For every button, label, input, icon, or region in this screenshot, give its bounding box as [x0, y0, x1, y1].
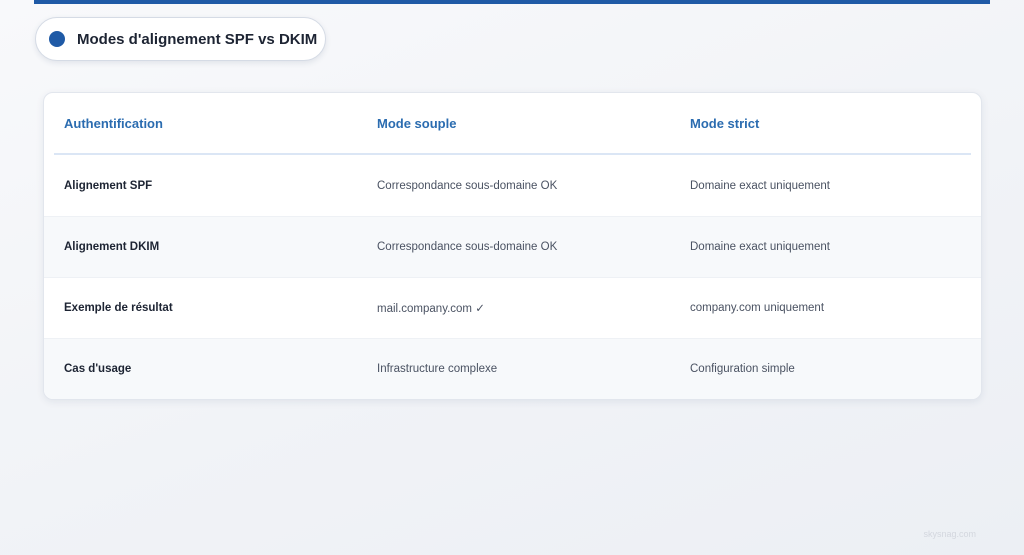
row-label: Alignement SPF — [64, 179, 153, 192]
table-cell: company.com uniquement — [690, 302, 825, 314]
table-cell: Domaine exact uniquement — [690, 179, 830, 192]
table-cell: Configuration simple — [690, 363, 795, 375]
top-accent-bar — [34, 0, 990, 4]
table-row: Cas d'usage Infrastructure complexe Conf… — [44, 338, 981, 399]
table-row: Alignement DKIM Correspondance sous-doma… — [44, 216, 981, 277]
table-row: Exemple de résultat mail.company.com ✓ c… — [44, 277, 981, 338]
row-label: Cas d'usage — [64, 363, 132, 375]
section-title: Modes d'alignement SPF vs DKIM — [77, 30, 318, 48]
comparison-table: Authentification Mode souple Mode strict… — [43, 92, 982, 400]
table-cell: mail.company.com ✓ — [377, 303, 485, 315]
table-row: Alignement SPF Correspondance sous-domai… — [44, 155, 981, 216]
table-cell: Infrastructure complexe — [377, 363, 498, 375]
column-header-mode-strict: Mode strict — [690, 116, 760, 131]
column-header-mode-souple: Mode souple — [377, 116, 457, 131]
table-cell: Domaine exact uniquement — [690, 241, 830, 253]
bullet-dot-icon — [49, 31, 65, 47]
watermark-text: skysnag.com — [923, 529, 976, 539]
section-title-pill: Modes d'alignement SPF vs DKIM — [35, 17, 326, 61]
row-label: Alignement DKIM — [64, 241, 160, 253]
table-cell: Correspondance sous-domaine OK — [377, 241, 558, 253]
table-cell: Correspondance sous-domaine OK — [377, 179, 558, 192]
column-header-authentification: Authentification — [64, 116, 163, 131]
table-header-row: Authentification Mode souple Mode strict — [44, 93, 981, 154]
row-label: Exemple de résultat — [64, 302, 173, 314]
